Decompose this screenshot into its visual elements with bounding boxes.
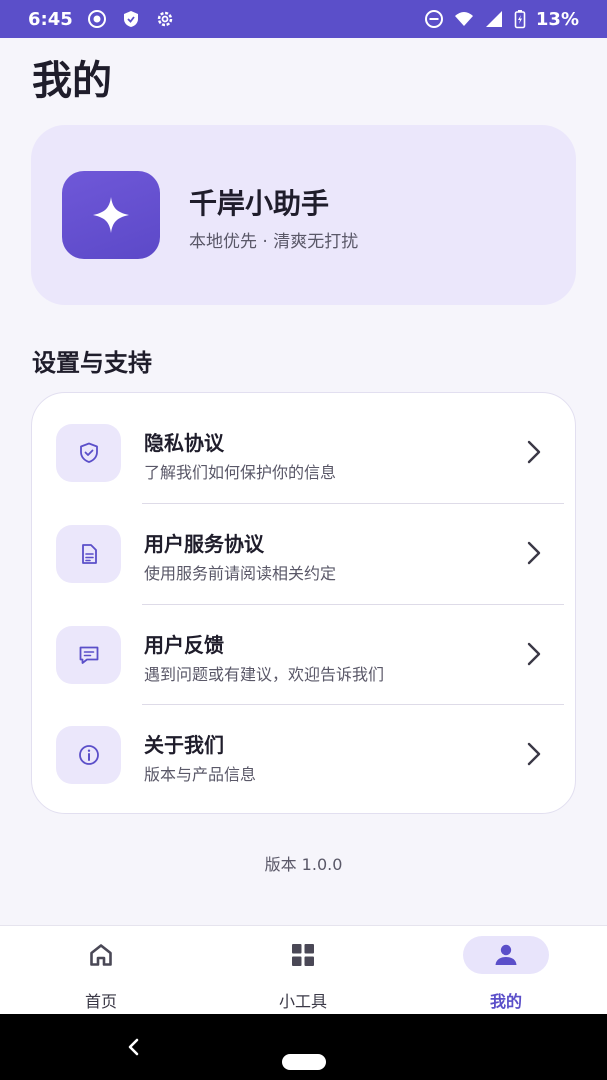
item-description: 版本与产品信息 <box>144 765 257 784</box>
item-title: 关于我们 <box>144 733 224 757</box>
nav-icon-container <box>463 936 549 974</box>
wifi-icon <box>454 9 474 29</box>
home-pill[interactable] <box>282 1054 326 1070</box>
app-icon <box>62 171 160 259</box>
person-icon <box>495 944 517 965</box>
item-icon-container <box>56 525 121 583</box>
home-icon <box>90 944 112 966</box>
dnd-icon <box>424 9 444 29</box>
grid-icon <box>292 944 314 966</box>
item-title: 用户服务协议 <box>144 532 264 556</box>
item-icon-container <box>56 626 121 684</box>
battery-level: 13% <box>535 8 579 30</box>
record-icon <box>87 9 107 29</box>
back-icon[interactable] <box>124 1036 144 1058</box>
user-feedback-item[interactable]: 用户反馈 遇到问题或有建议，欢迎告诉我们 <box>32 595 577 695</box>
bottom-navigation: 首页 小工具 我的 <box>0 925 607 1014</box>
privacy-policy-item[interactable]: 隐私协议 了解我们如何保护你的信息 <box>32 393 577 493</box>
shield-icon <box>121 9 141 29</box>
profile-card: 千岸小助手 本地优先 · 清爽无打扰 <box>31 125 576 305</box>
info-icon <box>78 745 99 765</box>
item-description: 遇到问题或有建议，欢迎告诉我们 <box>144 665 385 684</box>
user-agreement-item[interactable]: 用户服务协议 使用服务前请阅读相关约定 <box>32 494 577 594</box>
item-title: 用户反馈 <box>144 633 224 657</box>
battery-icon <box>514 9 526 29</box>
chevron-right-icon <box>522 741 546 767</box>
item-icon-container <box>56 726 121 784</box>
status-time: 6:45 <box>28 8 73 30</box>
nav-home[interactable]: 首页 <box>0 926 202 1015</box>
nav-icon-container <box>260 936 346 974</box>
nav-icon-container <box>58 936 144 974</box>
about-us-item[interactable]: 关于我们 版本与产品信息 <box>32 695 577 795</box>
item-title: 隐私协议 <box>144 431 224 455</box>
settings-list: 隐私协议 了解我们如何保护你的信息 用户服务协议 使用服务前请阅读相关约定 用户… <box>31 392 576 814</box>
page-title: 我的 <box>32 58 112 104</box>
status-bar: 6:45 13% <box>0 0 607 38</box>
sparkle-icon <box>93 197 129 233</box>
section-title: 设置与支持 <box>32 349 152 377</box>
gear-icon <box>155 9 175 29</box>
version-label: 版本 1.0.0 <box>264 855 343 874</box>
item-description: 使用服务前请阅读相关约定 <box>144 564 337 583</box>
nav-tools[interactable]: 小工具 <box>202 926 404 1015</box>
chevron-right-icon <box>522 540 546 566</box>
item-description: 了解我们如何保护你的信息 <box>144 463 337 482</box>
nav-label: 小工具 <box>278 992 327 1011</box>
shield-check-icon <box>79 442 98 463</box>
nav-mine[interactable]: 我的 <box>405 926 607 1015</box>
signal-icon <box>484 9 504 29</box>
system-navigation-bar <box>0 1014 607 1080</box>
chat-icon <box>79 646 98 664</box>
chevron-right-icon <box>522 439 546 465</box>
nav-label: 我的 <box>489 992 522 1011</box>
chevron-right-icon <box>522 641 546 667</box>
app-name: 千岸小助手 <box>189 187 330 220</box>
item-icon-container <box>56 424 121 482</box>
document-icon <box>81 544 97 564</box>
app-slogan: 本地优先 · 清爽无打扰 <box>189 232 359 252</box>
nav-label: 首页 <box>84 992 117 1011</box>
